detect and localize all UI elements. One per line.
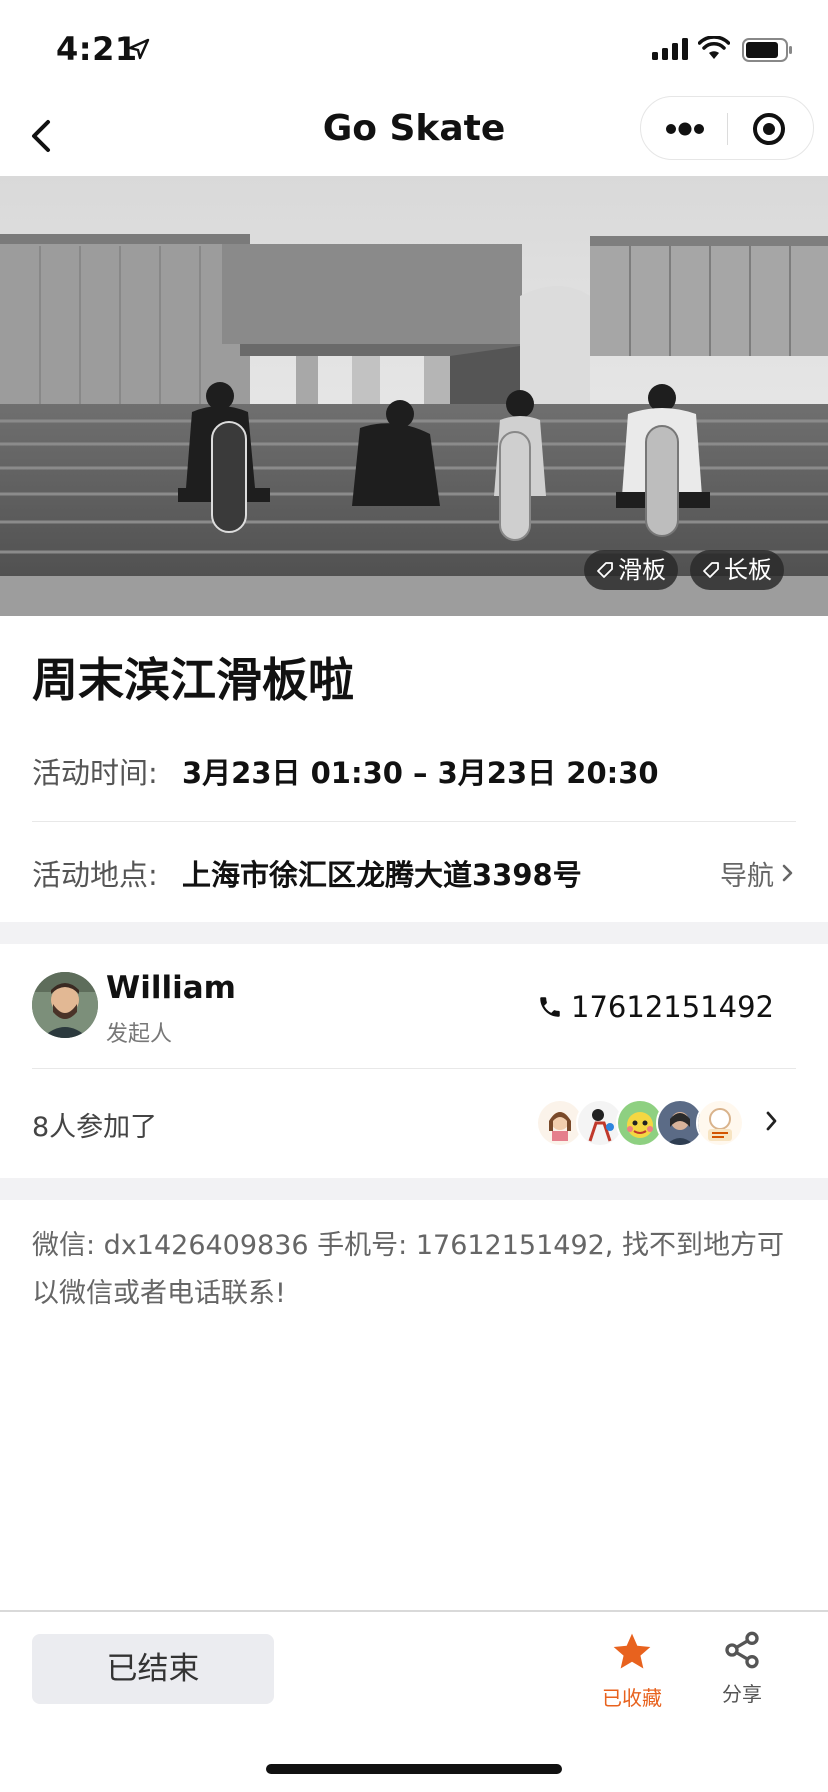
wifi-icon (698, 36, 730, 59)
tag-label: 长板 (724, 556, 772, 584)
close-mini-program-icon[interactable] (729, 97, 815, 161)
event-time-label: 活动时间: (32, 756, 158, 790)
battery-icon (742, 38, 792, 62)
home-indicator (266, 1764, 562, 1774)
navigate-label: 导航 (720, 860, 774, 892)
participants-count: 8人参加了 (32, 1112, 158, 1143)
favorite-button[interactable]: 已收藏 (594, 1630, 670, 1711)
more-options-icon[interactable] (641, 97, 727, 161)
tag-icon (702, 561, 720, 579)
organizer-role: 发起人 (106, 1022, 173, 1047)
phone-icon (540, 997, 560, 1017)
navigation-bar: Go Skate (0, 96, 828, 176)
mini-program-capsule (640, 96, 814, 160)
share-button[interactable]: 分享 (704, 1630, 780, 1707)
event-time-row: 活动时间: 3月23日 01:30 – 3月23日 20:30 (32, 741, 796, 801)
organizer-row: William 发起人 17612151492 (32, 970, 796, 1047)
share-label: 分享 (722, 1682, 762, 1706)
divider (32, 821, 796, 822)
event-place-label: 活动地点: (32, 858, 158, 892)
divider (32, 1068, 796, 1069)
tag-skateboard: 滑板 (584, 550, 678, 590)
organizer-phone-number: 17612151492 (571, 990, 774, 1024)
status-time: 4:21 (56, 30, 138, 68)
event-description: 微信: dx1426409836 手机号: 17612151492, 找不到地方… (32, 1230, 784, 1309)
section-separator (0, 1178, 828, 1200)
event-time-value: 3月23日 01:30 – 3月23日 20:30 (182, 756, 659, 790)
event-title: 周末滨江滑板啦 (32, 653, 354, 707)
section-separator (0, 922, 828, 944)
participant-avatar (696, 1099, 744, 1147)
capsule-divider (727, 113, 728, 145)
favorite-label: 已收藏 (602, 1686, 662, 1710)
organizer-name: William (106, 970, 236, 1006)
event-place-value: 上海市徐汇区龙腾大道3398号 (182, 858, 582, 892)
cellular-signal-icon (652, 38, 688, 60)
event-ended-button[interactable]: 已结束 (32, 1634, 274, 1704)
organizer-phone[interactable]: 17612151492 (537, 990, 774, 1024)
tag-icon (596, 561, 614, 579)
navigate-link[interactable]: 导航 (720, 843, 796, 903)
event-cover-photo: 滑板 长板 (0, 176, 828, 616)
status-bar: 4:21 (0, 0, 828, 96)
organizer-avatar[interactable] (32, 972, 98, 1038)
event-place-row: 活动地点: 上海市徐汇区龙腾大道3398号 导航 (32, 843, 796, 903)
star-icon (613, 1633, 651, 1669)
location-arrow-icon (128, 38, 150, 60)
share-icon (725, 1631, 759, 1669)
participant-avatars (536, 1099, 744, 1147)
tag-longboard: 长板 (690, 550, 784, 590)
chevron-right-icon (782, 864, 793, 882)
chevron-right-icon (766, 1111, 777, 1131)
tag-label: 滑板 (618, 556, 666, 584)
participants-row[interactable]: 8人参加了 (32, 1095, 796, 1151)
